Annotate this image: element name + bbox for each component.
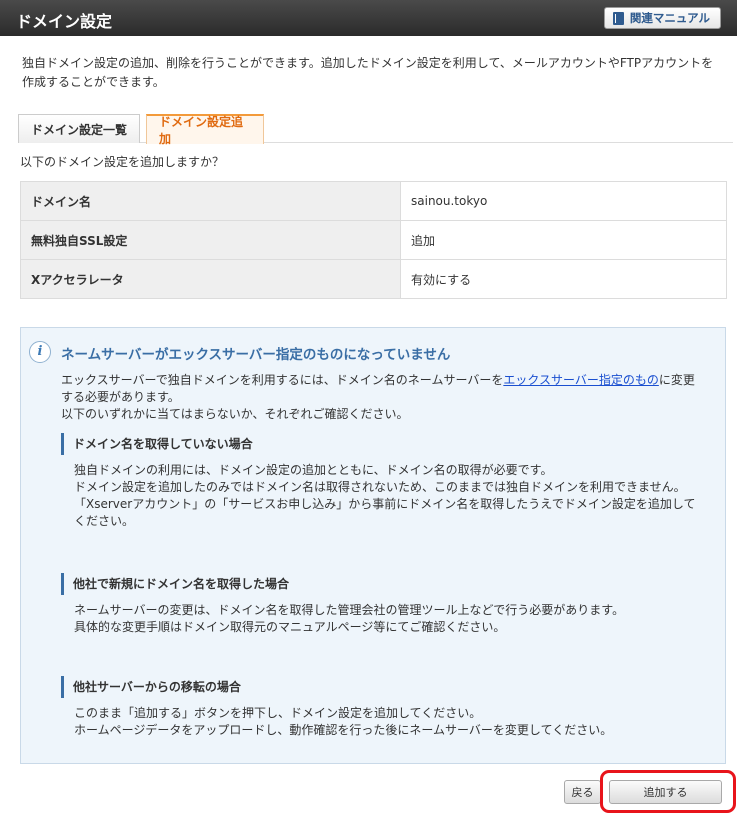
table-row: 無料独自SSL設定 追加 xyxy=(20,220,727,260)
section-server-transfer: 他社サーバーからの移転の場合 このまま「追加する」ボタンを押下し、ドメイン設定を… xyxy=(61,676,701,739)
section-body: このまま「追加する」ボタンを押下し、ドメイン設定を追加してください。 ホームペー… xyxy=(61,705,701,739)
table-row: ドメイン名 sainou.tokyo xyxy=(20,181,727,221)
section-other-registrar: 他社で新規にドメイン名を取得した場合 ネームサーバーの変更は、ドメイン名を取得し… xyxy=(61,573,701,636)
section-line: ホームページデータをアップロードし、動作確認を行った後にネームサーバーを変更して… xyxy=(74,723,613,737)
section-line: ネームサーバーの変更は、ドメイン名を取得した管理会社の管理ツール上などで行う必要… xyxy=(74,603,625,617)
section-heading: 他社で新規にドメイン名を取得した場合 xyxy=(61,573,701,595)
section-no-domain: ドメイン名を取得していない場合 独自ドメインの利用には、ドメイン設定の追加ととも… xyxy=(61,433,701,530)
section-body: 独自ドメインの利用には、ドメイン設定の追加とともに、ドメイン名の取得が必要です。… xyxy=(61,462,701,530)
row-key: ドメイン名 xyxy=(20,181,401,221)
section-line: ドメイン設定を追加したのみではドメイン名は取得されないため、このままでは独自ドメ… xyxy=(74,480,686,494)
tab-bar: ドメイン設定一覧 ドメイン設定追加 xyxy=(18,114,733,146)
notice-text-before: エックスサーバーで独自ドメインを利用するには、ドメイン名のネームサーバーを xyxy=(61,373,504,387)
row-value: 有効にする xyxy=(400,259,727,299)
row-key: Xアクセラレータ xyxy=(20,259,401,299)
table-row: Xアクセラレータ 有効にする xyxy=(20,259,727,299)
notice-title: ネームサーバーがエックスサーバー指定のものになっていません xyxy=(61,347,451,363)
confirm-table: ドメイン名 sainou.tokyo 無料独自SSL設定 追加 Xアクセラレータ… xyxy=(20,181,727,299)
row-key: 無料独自SSL設定 xyxy=(20,220,401,260)
page-header: ドメイン設定 関連マニュアル xyxy=(0,0,737,36)
nameserver-notice: i ネームサーバーがエックスサーバー指定のものになっていません エックスサーバー… xyxy=(20,327,726,764)
add-button[interactable]: 追加する xyxy=(609,780,722,804)
section-line: 「Xserverアカウント」の「サービスお申し込み」から事前にドメイン名を取得し… xyxy=(74,497,696,528)
related-manual-button[interactable]: 関連マニュアル xyxy=(603,7,721,29)
section-line: 具体的な変更手順はドメイン取得元のマニュアルページ等にてご確認ください。 xyxy=(74,620,506,634)
row-value: 追加 xyxy=(400,220,727,260)
section-line: 独自ドメインの利用には、ドメイン設定の追加とともに、ドメイン名の取得が必要です。 xyxy=(74,463,553,477)
xserver-nameserver-link[interactable]: エックスサーバー指定のもの xyxy=(503,373,659,387)
intro-text: 独自ドメイン設定の追加、削除を行うことができます。追加したドメイン設定を利用して… xyxy=(22,56,714,89)
page-title: ドメイン設定 xyxy=(16,12,113,31)
info-icon: i xyxy=(29,341,51,363)
notice-text-line2: 以下のいずれかに当てはまらないか、それぞれご確認ください。 xyxy=(61,407,409,421)
section-heading: 他社サーバーからの移転の場合 xyxy=(61,676,701,698)
tab-domain-list[interactable]: ドメイン設定一覧 xyxy=(18,114,140,143)
section-body: ネームサーバーの変更は、ドメイン名を取得した管理会社の管理ツール上などで行う必要… xyxy=(61,602,701,636)
back-button[interactable]: 戻る xyxy=(564,780,601,804)
confirm-question: 以下のドメイン設定を追加しますか？ xyxy=(20,155,225,169)
related-manual-label: 関連マニュアル xyxy=(629,11,710,25)
book-icon xyxy=(612,11,624,25)
row-value: sainou.tokyo xyxy=(400,181,727,221)
notice-text: エックスサーバーで独自ドメインを利用するには、ドメイン名のネームサーバーをエック… xyxy=(61,372,701,423)
tab-domain-add[interactable]: ドメイン設定追加 xyxy=(146,114,264,146)
section-heading: ドメイン名を取得していない場合 xyxy=(61,433,701,455)
section-line: このまま「追加する」ボタンを押下し、ドメイン設定を追加してください。 xyxy=(74,706,482,720)
